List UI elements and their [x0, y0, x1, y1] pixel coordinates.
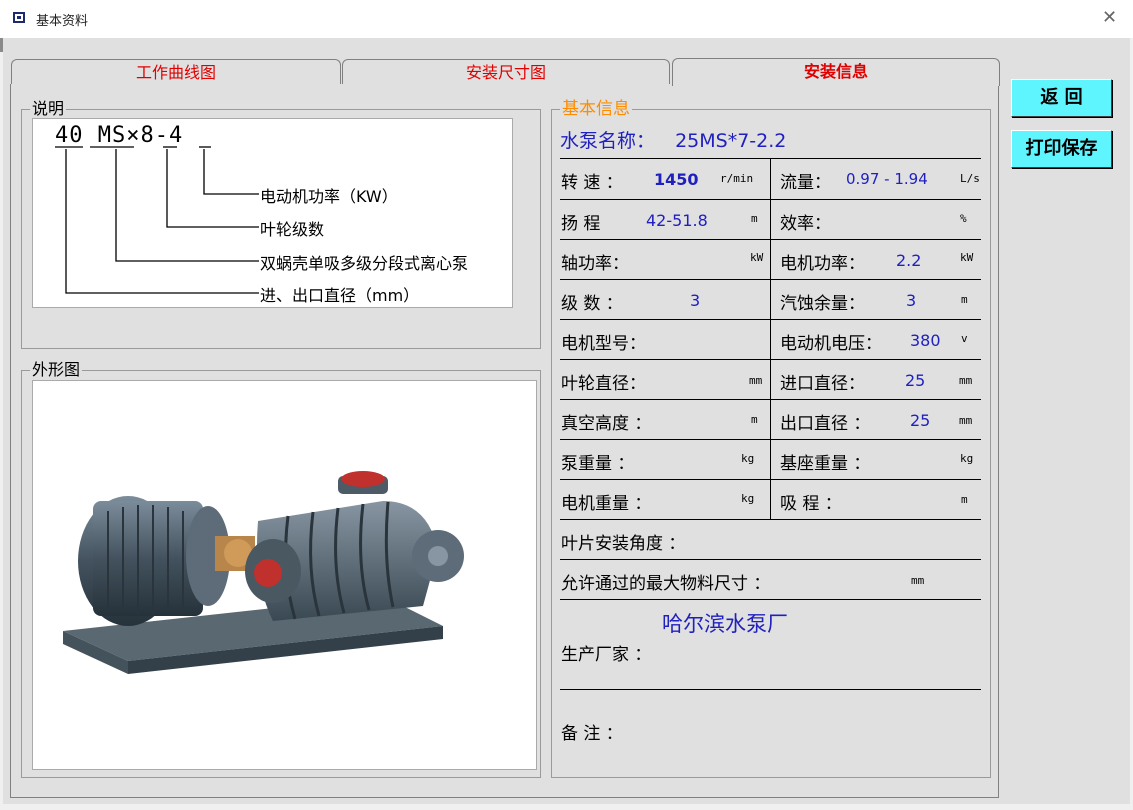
print-save-button[interactable]: 打印保存 — [1011, 130, 1112, 168]
vacuum-height-label: 真空高度 ： — [561, 414, 652, 434]
column-divider — [770, 158, 771, 519]
basic-info-group — [551, 109, 991, 778]
base-weight-unit: kg — [960, 452, 974, 465]
flow-value: 0.97 - 1.94 — [846, 170, 928, 188]
outlet-diameter-unit: mm — [959, 414, 973, 427]
speed-label: 转 速 ： — [561, 173, 623, 193]
pump-weight-label: 泵重量 ： — [561, 454, 635, 474]
model-part-type: MS — [97, 123, 127, 148]
speed-unit: r/min — [720, 172, 754, 185]
description-group-label: 说明 — [30, 99, 67, 118]
inlet-diameter-value: 25 — [905, 371, 926, 390]
shaft-power-label: 轴功率： — [561, 254, 629, 274]
model-part-power: 4 — [169, 123, 184, 148]
impeller-diameter-label: 叶轮直径： — [561, 374, 646, 394]
max-particle-unit: mm — [911, 574, 925, 587]
pump-weight-unit: kg — [741, 452, 755, 465]
model-part-times: × — [126, 123, 141, 148]
tab-work-curve[interactable]: 工作曲线图 — [11, 59, 341, 85]
back-button[interactable]: 返 回 — [1011, 79, 1112, 117]
model-part-dash: - — [154, 123, 169, 148]
motor-voltage-unit: v — [961, 332, 968, 345]
efficiency-label: 效率： — [780, 214, 831, 234]
left-edge-mark — [0, 38, 3, 52]
flow-unit: L/s — [960, 172, 980, 185]
impeller-diameter-unit: mm — [749, 374, 763, 387]
pump-name-label: 水泵名称： — [560, 130, 656, 152]
model-part-diameter: 40 — [55, 123, 84, 148]
row-divider — [560, 559, 981, 560]
title-bar: 基本资料 ✕ — [0, 0, 1133, 38]
max-particle-label: 允许通过的最大物料尺寸 ： — [561, 574, 771, 594]
legend-pump-type: 双蜗壳单吸多级分段式离心泵 — [260, 254, 469, 273]
remark-label: 备 注 ： — [561, 724, 623, 744]
pump-photo — [32, 380, 537, 770]
speed-value: 1450 — [654, 170, 699, 189]
row-divider — [560, 689, 981, 690]
pump-name-row: 水泵名称： 25MS*7-2.2 — [560, 126, 786, 153]
pump-photo-icon — [63, 471, 464, 674]
manufacturer-label: 生产厂家 ： — [561, 645, 652, 665]
row-divider — [560, 599, 981, 600]
efficiency-unit: % — [960, 212, 967, 225]
vacuum-height-unit: m — [751, 413, 758, 426]
npsh-label: 汽蚀余量： — [780, 294, 865, 314]
app-icon — [13, 12, 25, 23]
stages-value: 3 — [690, 291, 701, 310]
suction-lift-unit: m — [961, 493, 968, 506]
window-title: 基本资料 — [36, 14, 89, 29]
basic-info-group-label: 基本信息 — [560, 99, 632, 119]
motor-power-value: 2.2 — [896, 251, 922, 270]
flow-label: 流量： — [780, 173, 831, 193]
motor-voltage-value: 380 — [910, 331, 941, 350]
shaft-power-unit: kW — [750, 251, 764, 264]
model-diagram: 40 MS×8-4 电动机功率（KW） 叶轮级数 双蜗壳单吸多级分段式离心泵 进… — [32, 118, 513, 308]
tab-install-dimension[interactable]: 安装尺寸图 — [342, 59, 670, 85]
blade-angle-label: 叶片安装角度 ： — [561, 534, 686, 554]
model-part-stages: 8 — [140, 123, 155, 148]
row-divider — [560, 519, 981, 520]
npsh-unit: m — [961, 293, 968, 306]
motor-power-label: 电机功率： — [780, 254, 865, 274]
legend-diameter: 进、出口直径（mm） — [260, 286, 420, 305]
head-unit: m — [751, 212, 758, 225]
outlet-diameter-label: 出口直径 ： — [780, 414, 871, 434]
motor-model-label: 电机型号： — [561, 334, 646, 354]
motor-voltage-label: 电动机电压： — [780, 334, 882, 354]
motor-weight-label: 电机重量 ： — [561, 494, 652, 514]
inlet-diameter-label: 进口直径： — [780, 374, 865, 394]
head-value: 42-51.8 — [646, 211, 708, 230]
motor-weight-unit: kg — [741, 492, 755, 505]
npsh-value: 3 — [906, 291, 917, 310]
tab-install-info[interactable]: 安装信息 — [672, 58, 1000, 86]
shape-group-label: 外形图 — [30, 360, 83, 379]
base-weight-label: 基座重量 ： — [780, 454, 871, 474]
stages-label: 级 数 ： — [561, 294, 623, 314]
motor-power-unit: kW — [960, 251, 974, 264]
legend-impeller-stages: 叶轮级数 — [260, 220, 325, 239]
suction-lift-label: 吸 程 ： — [780, 494, 842, 514]
legend-motor-power: 电动机功率（KW） — [260, 187, 398, 206]
manufacturer-value: 哈尔滨水泵厂 — [662, 612, 788, 636]
outlet-diameter-value: 25 — [910, 411, 931, 430]
pump-name-value: 25MS*7-2.2 — [675, 130, 787, 152]
head-label: 扬 程 — [561, 214, 601, 234]
inlet-diameter-unit: mm — [959, 374, 973, 387]
close-icon[interactable]: ✕ — [1102, 8, 1117, 28]
